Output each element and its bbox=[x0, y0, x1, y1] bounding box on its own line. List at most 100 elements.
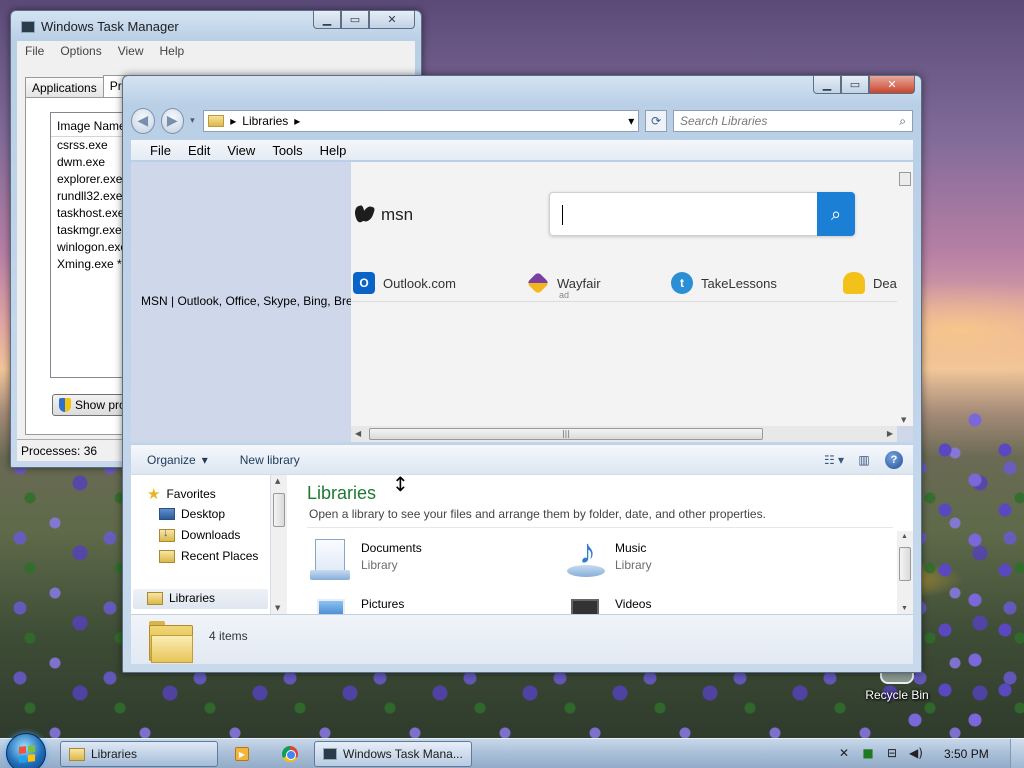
preview-pane-icon: ▥ bbox=[858, 452, 870, 467]
msn-search-input[interactable]: ⌕ bbox=[549, 192, 855, 236]
breadcrumb-separator-icon[interactable]: ▸ bbox=[294, 114, 300, 128]
outlook-icon: O bbox=[353, 272, 375, 294]
menu-help[interactable]: Help bbox=[320, 143, 347, 158]
refresh-button[interactable]: ⟳ bbox=[645, 110, 667, 132]
library-name: Documents bbox=[361, 541, 422, 555]
preview-pane-button[interactable]: ▥ bbox=[853, 450, 875, 470]
chevron-down-icon: ▾ bbox=[201, 452, 208, 467]
search-icon[interactable]: ⌕ bbox=[899, 114, 906, 129]
notification-area: ✕ ■ ⊟ ◀) bbox=[836, 745, 924, 761]
menu-edit[interactable]: Edit bbox=[188, 143, 210, 158]
libraries-subtitle: Open a library to see your files and arr… bbox=[309, 507, 766, 521]
libraries-scrollbar[interactable]: ▲ ▼ bbox=[897, 531, 913, 614]
new-library-button[interactable]: New library bbox=[224, 453, 316, 467]
nav-favorites[interactable]: ★ Favorites bbox=[147, 485, 216, 503]
preview-vertical-scrollbar[interactable]: ▼ bbox=[897, 162, 913, 426]
taskbar-pin-media-player[interactable]: ▶ bbox=[230, 743, 254, 765]
task-manager-tray-icon[interactable]: ■ bbox=[860, 745, 876, 761]
library-documents[interactable]: Documents Library bbox=[307, 535, 422, 581]
breadcrumb-separator-icon[interactable]: ▸ bbox=[230, 114, 236, 128]
taskbar-pin-chrome[interactable] bbox=[278, 743, 302, 765]
address-bar[interactable]: ▸ Libraries ▸ ▾ bbox=[203, 110, 640, 132]
scroll-right-icon[interactable]: ▶ bbox=[887, 429, 893, 438]
help-button[interactable]: ? bbox=[883, 450, 905, 470]
libraries-icon bbox=[147, 591, 163, 605]
task-manager-icon bbox=[21, 20, 35, 33]
nav-recent-places[interactable]: Recent Places bbox=[159, 549, 258, 563]
msn-logo[interactable]: msn bbox=[355, 204, 413, 226]
close-button[interactable]: ✕ bbox=[369, 11, 415, 29]
quick-link-outlook[interactable]: O Outlook.com bbox=[353, 272, 456, 294]
deals-icon bbox=[843, 272, 865, 294]
quick-link-deals[interactable]: Dea bbox=[843, 272, 897, 294]
details-pane: 4 items bbox=[131, 614, 913, 664]
scroll-down-icon[interactable]: ▼ bbox=[901, 605, 908, 612]
forward-button[interactable]: ▶ bbox=[160, 108, 185, 134]
minimize-button[interactable]: ▁ bbox=[813, 76, 841, 94]
network-icon[interactable]: ⊟ bbox=[884, 745, 900, 761]
taskbar-item-task-manager[interactable]: Windows Task Mana... bbox=[314, 741, 472, 767]
minimize-button[interactable]: ▁ bbox=[313, 11, 341, 29]
msn-page[interactable]: msn ⌕ O Outlook.com Wayfair ad t TakeLes… bbox=[351, 162, 897, 426]
menu-view[interactable]: View bbox=[118, 44, 144, 58]
recent-pages-dropdown[interactable]: ▾ bbox=[190, 116, 197, 126]
menu-file[interactable]: File bbox=[150, 143, 171, 158]
start-button[interactable] bbox=[6, 733, 46, 768]
nav-libraries[interactable]: Libraries bbox=[147, 591, 215, 605]
maximize-button[interactable]: ▭ bbox=[841, 76, 869, 94]
navigation-scrollbar[interactable]: ▲ ▼ bbox=[271, 475, 287, 614]
quick-link-takelessons[interactable]: t TakeLessons bbox=[671, 272, 777, 294]
taskbar-item-libraries[interactable]: Libraries bbox=[60, 741, 218, 767]
item-count: 4 items bbox=[209, 629, 248, 643]
menu-file[interactable]: File bbox=[25, 44, 44, 58]
libraries-view: Libraries Open a library to see your fil… bbox=[287, 475, 913, 614]
nav-downloads[interactable]: Downloads bbox=[159, 527, 240, 542]
back-arrow-icon: ◀ bbox=[137, 113, 149, 129]
quick-link-label: Dea bbox=[873, 275, 897, 291]
desktop-icon bbox=[159, 508, 175, 520]
address-dropdown-icon[interactable]: ▾ bbox=[628, 114, 634, 128]
videos-library-icon bbox=[561, 591, 607, 614]
menu-tools[interactable]: Tools bbox=[272, 143, 302, 158]
taskbar-item-label: Libraries bbox=[91, 747, 138, 761]
scroll-up-icon[interactable]: ▲ bbox=[275, 477, 280, 485]
msn-search-button[interactable]: ⌕ bbox=[817, 192, 855, 236]
maximize-button[interactable]: ▭ bbox=[341, 11, 369, 29]
quick-link-wayfair[interactable]: Wayfair ad bbox=[526, 271, 601, 300]
xming-tray-icon[interactable]: ✕ bbox=[836, 745, 852, 761]
menu-help[interactable]: Help bbox=[160, 44, 185, 58]
scroll-down-icon[interactable]: ▼ bbox=[275, 604, 280, 612]
nav-desktop[interactable]: Desktop bbox=[159, 507, 225, 521]
library-music[interactable]: ♪ Music Library bbox=[561, 535, 652, 581]
tab-applications[interactable]: Applications bbox=[25, 77, 104, 97]
scroll-down-icon[interactable]: ▼ bbox=[901, 416, 906, 424]
scrollbar-thumb[interactable] bbox=[899, 172, 911, 186]
menu-view[interactable]: View bbox=[227, 143, 255, 158]
scroll-up-icon[interactable]: ▲ bbox=[901, 533, 908, 540]
search-box[interactable]: Search Libraries ⌕ bbox=[672, 110, 913, 132]
scrollbar-thumb[interactable] bbox=[273, 493, 285, 527]
task-manager-icon bbox=[323, 748, 337, 760]
library-pictures[interactable]: Pictures bbox=[307, 591, 404, 614]
show-desktop-button[interactable] bbox=[1010, 739, 1024, 768]
nav-label: Libraries bbox=[169, 591, 216, 605]
back-button[interactable]: ◀ bbox=[131, 108, 155, 134]
scroll-left-icon[interactable]: ◀ bbox=[355, 429, 361, 438]
organize-button[interactable]: Organize ▾ bbox=[131, 453, 224, 467]
taskbar: Libraries ▶ Windows Task Mana... ✕ ■ ⊟ ◀… bbox=[0, 733, 1024, 768]
task-manager-titlebar[interactable]: Windows Task Manager bbox=[21, 19, 179, 34]
menu-options[interactable]: Options bbox=[60, 44, 101, 58]
clock[interactable]: 3:50 PM bbox=[944, 747, 989, 761]
scrollbar-thumb[interactable]: ||| bbox=[369, 428, 763, 440]
scrollbar-thumb[interactable] bbox=[899, 547, 911, 581]
volume-icon[interactable]: ◀) bbox=[908, 745, 924, 761]
breadcrumb-libraries[interactable]: Libraries bbox=[242, 114, 288, 128]
change-view-button[interactable]: ☷ ▾ bbox=[823, 450, 845, 470]
preview-horizontal-scrollbar[interactable]: ◀ ||| ▶ bbox=[351, 426, 897, 442]
windows-logo-icon bbox=[19, 745, 35, 763]
libraries-heading: Libraries bbox=[307, 483, 377, 503]
close-button[interactable]: ✕ bbox=[869, 76, 915, 94]
quick-link-label: Outlook.com bbox=[383, 275, 456, 291]
explorer-window[interactable]: ▁ ▭ ✕ ◀ ▶ ▾ ▸ Libraries ▸ ▾ ⟳ Search Lib… bbox=[122, 75, 922, 673]
library-videos[interactable]: Videos bbox=[561, 591, 651, 614]
